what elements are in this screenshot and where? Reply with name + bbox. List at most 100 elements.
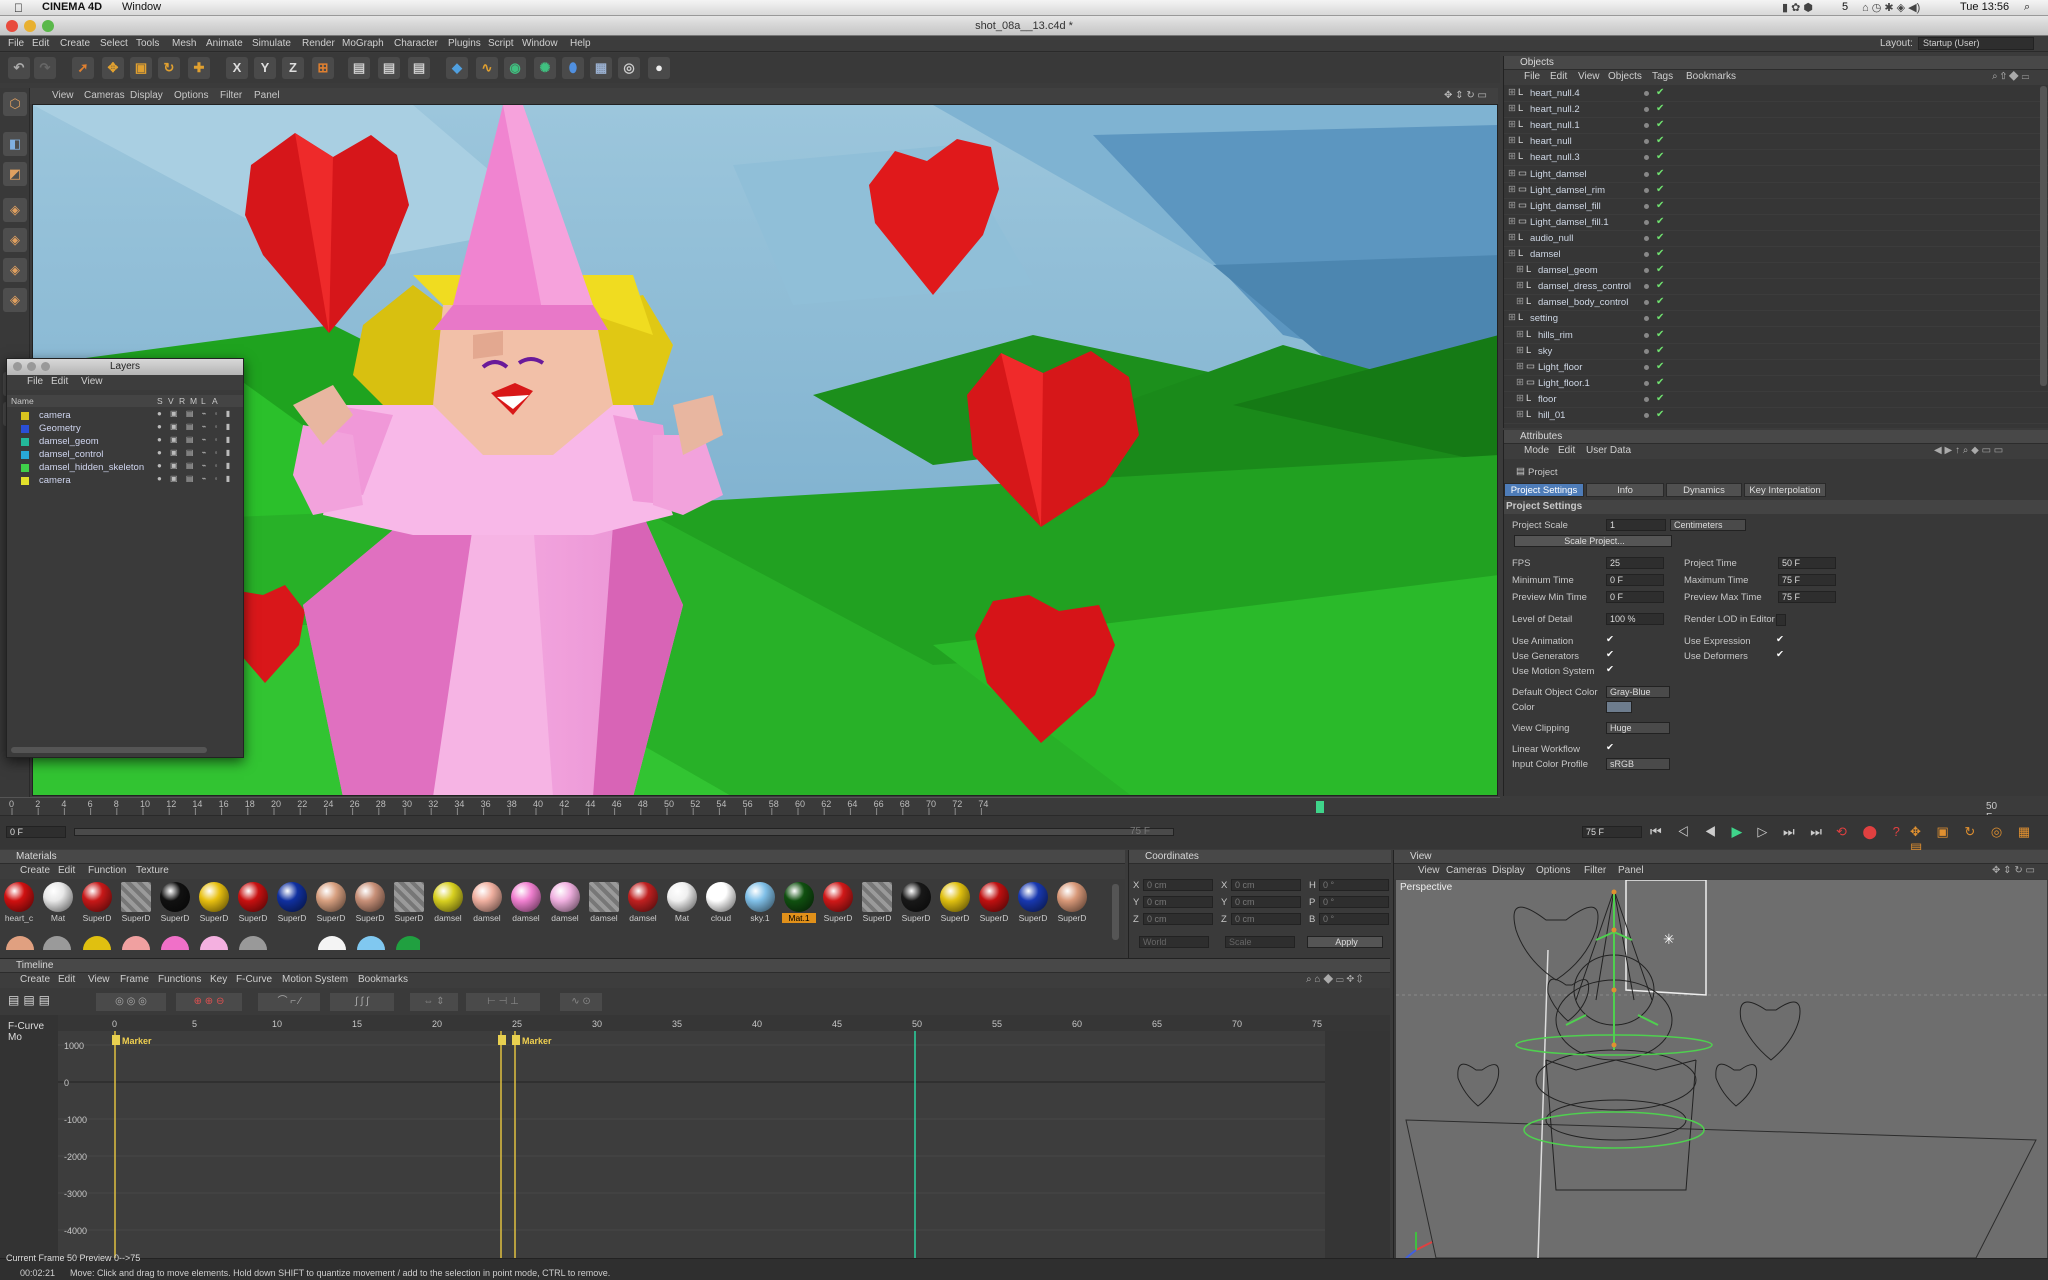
y-axis-toggle[interactable]: Y — [254, 57, 276, 79]
vp-menu-panel[interactable]: Panel — [254, 90, 280, 101]
array-icon[interactable]: ✺ — [534, 57, 556, 79]
visibility-dot[interactable] — [1644, 123, 1649, 129]
preview-range-slider[interactable] — [74, 828, 1174, 836]
rotate-icon[interactable]: ↻ — [158, 57, 180, 79]
tl-menu-bookmarks[interactable]: Bookmarks — [358, 974, 408, 985]
expand-icon[interactable]: ⊞ — [1508, 232, 1516, 243]
menu-select[interactable]: Select — [100, 38, 128, 49]
layer-row[interactable]: damsel_geom ● ▣ ▤ ⌁ ◦ ▮ — [7, 435, 243, 448]
edges-mode-icon[interactable]: ◈ — [3, 228, 27, 252]
visibility-dot[interactable] — [1644, 300, 1649, 306]
object-row[interactable]: ⊞ ▭ Light_damsel_fill.1 ✔ — [1504, 215, 2048, 231]
material-swatch[interactable]: SuperD — [1055, 882, 1089, 923]
min-time-field[interactable]: 0 F — [1606, 574, 1664, 586]
add-icon[interactable]: ✚ — [188, 57, 210, 79]
visibility-dot[interactable] — [1644, 348, 1649, 354]
object-row[interactable]: ⊞ Lheart_null.3 ✔ — [1504, 150, 2048, 167]
material-swatch[interactable]: Mat — [41, 882, 75, 923]
v2-menu-panel[interactable]: Panel — [1618, 865, 1644, 876]
enable-check-icon[interactable]: ✔ — [1656, 135, 1664, 146]
material-swatch[interactable]: cloud — [704, 882, 738, 923]
layers-close-icon[interactable] — [13, 362, 22, 371]
object-row[interactable]: ⊞ Lhill_01 ✔ — [1504, 408, 2048, 424]
use-animation-checkbox[interactable]: ✔ — [1606, 634, 1614, 645]
material-swatch[interactable]: SuperD — [119, 882, 153, 923]
render-view-icon[interactable]: ▤ — [348, 57, 370, 79]
visibility-dot[interactable] — [1644, 219, 1649, 225]
mat-menu-edit[interactable]: Edit — [58, 865, 75, 876]
enable-check-icon[interactable]: ✔ — [1656, 393, 1664, 404]
material-swatch[interactable]: SuperD — [80, 882, 114, 923]
layers-menu-edit[interactable]: Edit — [51, 376, 68, 387]
vp-menu-filter[interactable]: Filter — [220, 90, 242, 101]
enable-check-icon[interactable]: ✔ — [1656, 280, 1664, 291]
attr-menu-userdata[interactable]: User Data — [1586, 445, 1631, 456]
tl-menu-frame[interactable]: Frame — [120, 974, 149, 985]
z-axis-toggle[interactable]: Z — [282, 57, 304, 79]
mat-menu-function[interactable]: Function — [88, 865, 126, 876]
expand-icon[interactable]: ⊞ — [1516, 377, 1524, 388]
coord-field[interactable]: 0 cm — [1143, 879, 1213, 891]
materials-scrollbar[interactable] — [1112, 884, 1119, 940]
texture-mode-icon[interactable]: ◩ — [3, 162, 27, 186]
material-swatch[interactable]: SuperD — [353, 882, 387, 923]
mat-menu-create[interactable]: Create — [20, 865, 50, 876]
v2-menu-display[interactable]: Display — [1492, 865, 1525, 876]
coord-field[interactable]: 0 cm — [1231, 913, 1301, 925]
use-motion-checkbox[interactable]: ✔ — [1606, 664, 1614, 675]
select-icon[interactable]: ➚ — [72, 57, 94, 79]
move-icon[interactable]: ✥ — [102, 57, 124, 79]
transport-controls[interactable]: ⏮ ◁ ◀ ▶ ▷ ⏭ ⏭ — [1650, 824, 1828, 840]
render-picture-icon[interactable]: ▤ — [378, 57, 400, 79]
range-end-field[interactable]: 75 F — [1582, 826, 1642, 838]
x-axis-toggle[interactable]: X — [226, 57, 248, 79]
material-swatch[interactable]: heart_c — [2, 882, 36, 923]
spotlight-icon[interactable]: ⌕ — [2024, 1, 2030, 14]
layer-color-swatch[interactable] — [21, 425, 29, 433]
visibility-dot[interactable] — [1644, 413, 1649, 418]
project-scale-field[interactable]: 1 — [1606, 519, 1666, 531]
light-icon[interactable]: ● — [648, 57, 670, 79]
coord-size-select[interactable]: Scale — [1225, 936, 1295, 948]
tl-menu-create[interactable]: Create — [20, 974, 50, 985]
tl-misc-tools[interactable]: ∿ ⊙ — [560, 993, 602, 1011]
object-row[interactable]: ⊞ Laudio_null ✔ — [1504, 231, 2048, 247]
layers-zoom-icon[interactable] — [41, 362, 50, 371]
enable-check-icon[interactable]: ✔ — [1656, 151, 1664, 162]
tl-nav-icons[interactable]: ⌕ ⌂ ◆ ▭ ✥ ⇕ — [1306, 974, 1363, 985]
expand-icon[interactable]: ⊞ — [1516, 280, 1524, 291]
expand-icon[interactable]: ⊞ — [1508, 248, 1516, 259]
material-swatch[interactable]: damsel — [626, 882, 660, 923]
obj-search-icon[interactable]: ⌕ ⇧ ◆ ▭ — [1992, 71, 2029, 82]
coord-field[interactable]: 0 ° — [1319, 896, 1389, 908]
object-row[interactable]: ⊞ Lheart_null.4 ✔ — [1504, 86, 2048, 102]
enable-check-icon[interactable]: ✔ — [1656, 377, 1664, 388]
objects-scrollbar[interactable] — [2040, 86, 2047, 386]
material-swatch[interactable]: Mat.1 — [782, 882, 816, 923]
layer-color-swatch[interactable] — [21, 464, 29, 472]
3d-viewport[interactable] — [32, 104, 1498, 796]
material-swatch[interactable]: damsel — [431, 882, 465, 923]
material-swatch[interactable]: SuperD — [197, 882, 231, 923]
menu-mesh[interactable]: Mesh — [172, 38, 196, 49]
layer-flags[interactable]: ● ▣ ▤ ⌁ ◦ ▮ — [157, 409, 233, 418]
obj-menu-file[interactable]: File — [1524, 71, 1540, 82]
time-ruler[interactable]: 0 2 4 6 8 10 12 14 16 18 20 22 24 26 28 30 32 34 36 38 40 42 4… — [0, 797, 1997, 823]
material-swatch[interactable]: sky.1 — [743, 882, 777, 923]
apple-icon[interactable]:  — [14, 1, 23, 15]
vp-menu-display[interactable]: Display — [130, 90, 163, 101]
render-lod-checkbox[interactable] — [1776, 614, 1786, 626]
layers-menu-view[interactable]: View — [81, 376, 103, 387]
object-row[interactable]: ⊞ ▭ Light_floor ✔ — [1504, 360, 2048, 376]
camera-icon[interactable]: ◎ — [618, 57, 640, 79]
enable-check-icon[interactable]: ✔ — [1656, 200, 1664, 211]
polygons-mode-icon[interactable]: ◈ — [3, 258, 27, 282]
object-row[interactable]: ⊞ Lsky ✔ — [1504, 344, 2048, 360]
fcurve-graph[interactable]: 0 5 10 15 20 25 30 35 40 45 50 55 60 65 70 75 1000 0 -100… — [58, 1015, 1390, 1259]
visibility-dot[interactable] — [1644, 171, 1649, 177]
v2-menu-view[interactable]: View — [1418, 865, 1440, 876]
nurbs-icon[interactable]: ◉ — [504, 57, 526, 79]
tab-info[interactable]: Info — [1586, 483, 1664, 497]
object-row[interactable]: ⊞ Lheart_null ✔ — [1504, 134, 2048, 151]
visibility-dot[interactable] — [1644, 203, 1649, 209]
